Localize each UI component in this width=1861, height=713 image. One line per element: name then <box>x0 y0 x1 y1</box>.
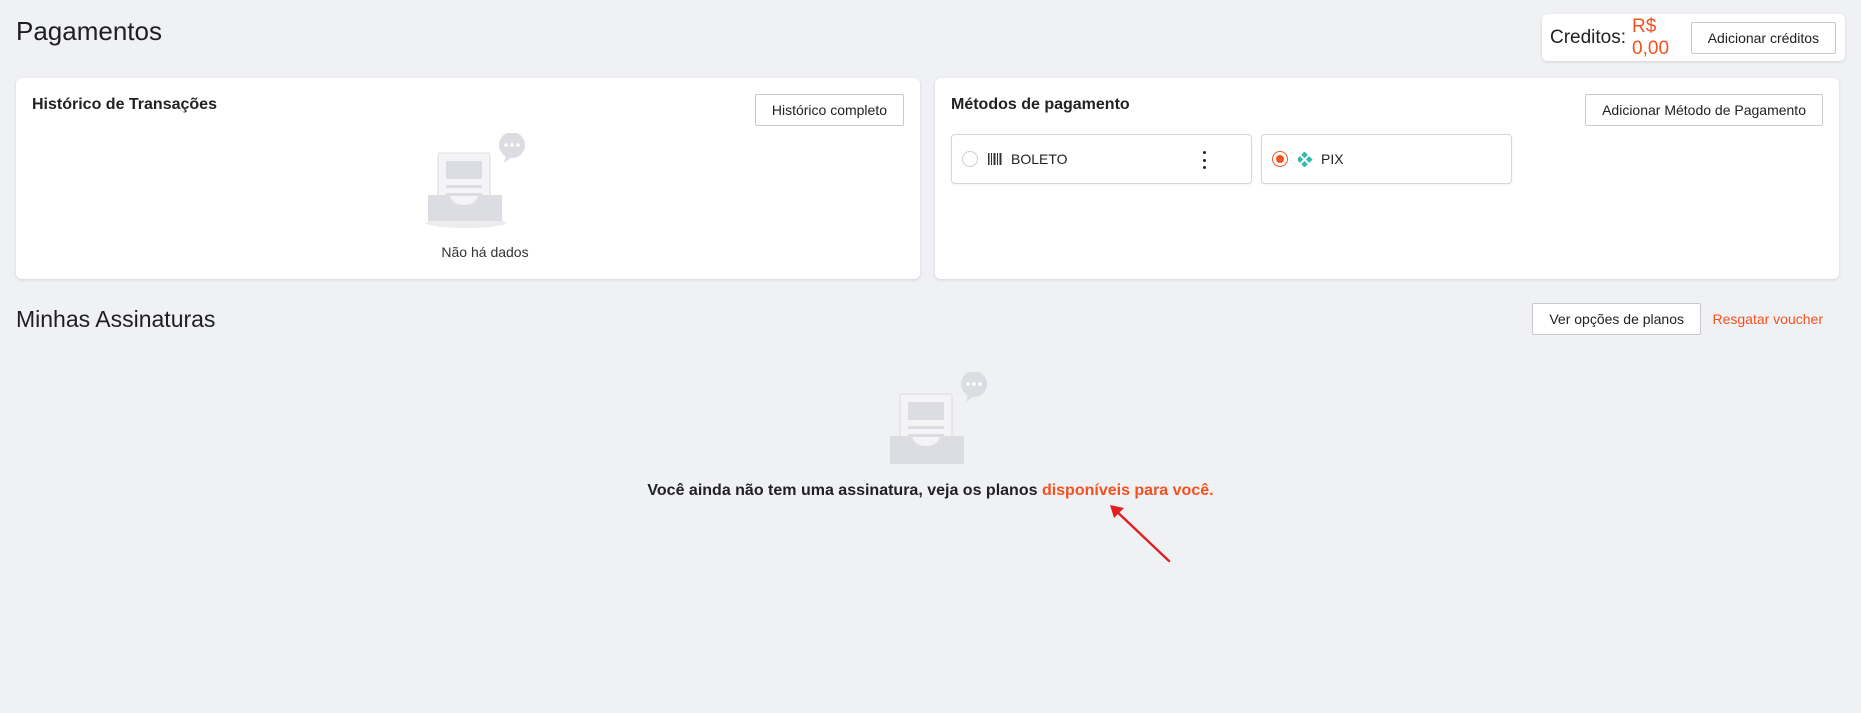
subscriptions-empty-message: Você ainda não tem uma assinatura, veja … <box>647 482 1038 499</box>
more-options-icon[interactable] <box>1201 151 1207 169</box>
empty-inbox-icon <box>890 372 987 464</box>
radio-pix[interactable] <box>1272 151 1288 167</box>
radio-boleto[interactable] <box>962 151 978 167</box>
credits-label: Creditos: <box>1550 26 1627 48</box>
empty-state-text: Não há dados <box>441 244 529 260</box>
subscriptions-empty-text: Você ainda não tem uma assinatura, veja … <box>0 482 1861 500</box>
barcode-icon <box>988 153 1003 165</box>
payment-methods-card: Métodos de pagamento Adicionar Método de… <box>935 78 1839 279</box>
view-plans-button[interactable]: Ver opções de planos <box>1532 303 1701 335</box>
subscriptions-title: Minhas Assinaturas <box>16 306 216 332</box>
payment-methods-title: Métodos de pagamento <box>951 96 1130 113</box>
method-label-boleto: BOLETO <box>1011 151 1068 167</box>
annotation-arrow-icon <box>1110 505 1171 563</box>
transaction-history-title: Histórico de Transações <box>32 96 217 113</box>
method-label-pix: PIX <box>1321 151 1344 167</box>
empty-inbox-icon <box>426 133 525 228</box>
page-title: Pagamentos <box>16 16 162 46</box>
payment-method-pix[interactable]: PIX <box>1261 134 1512 184</box>
add-credits-button[interactable]: Adicionar créditos <box>1690 21 1836 54</box>
credits-panel: Creditos: R$ 0,00 Adicionar créditos <box>1542 14 1845 61</box>
payment-method-boleto[interactable]: BOLETO <box>951 134 1252 184</box>
transaction-history-card: Histórico de Transações Histórico comple… <box>16 78 920 279</box>
redeem-voucher-link[interactable]: Resgatar voucher <box>1712 311 1823 327</box>
full-history-button[interactable]: Histórico completo <box>754 94 904 126</box>
pix-icon <box>1298 151 1313 167</box>
add-payment-method-button[interactable]: Adicionar Método de Pagamento <box>1585 94 1823 126</box>
credits-value: R$ 0,00 <box>1632 15 1670 59</box>
